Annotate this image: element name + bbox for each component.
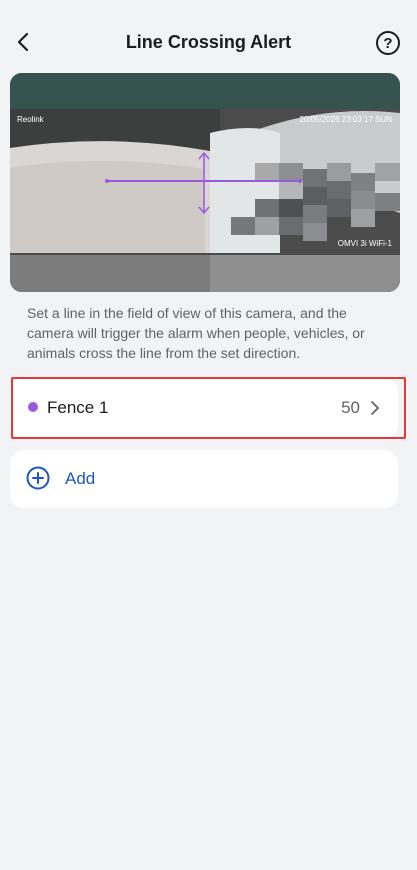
fence-sensitivity-value: 50 — [341, 398, 360, 417]
osd-timestamp: 20/05/2026 23:03:17 SUN — [299, 115, 392, 124]
chevron-right-icon — [371, 401, 379, 415]
fence-color-dot — [28, 402, 38, 412]
plus-circle-icon — [26, 466, 50, 490]
camera-preview-image: Reolink 20/05/2026 23:03:17 SUN OMVI 3i … — [10, 73, 400, 292]
osd-brand: Reolink — [17, 115, 45, 124]
camera-preview[interactable]: Reolink 20/05/2026 23:03:17 SUN OMVI 3i … — [10, 73, 400, 292]
fence-list-item[interactable]: Fence 1 50 — [10, 378, 398, 439]
add-fence-button[interactable]: Add — [10, 450, 398, 508]
add-label: Add — [65, 469, 96, 488]
help-icon[interactable]: ? — [376, 31, 400, 55]
instructions-text: Set a line in the field of view of this … — [27, 305, 365, 361]
osd-camera-name: OMVI 3i WiFi-1 — [338, 239, 393, 248]
page-title: Line Crossing Alert — [125, 32, 292, 52]
fence-name: Fence 1 — [47, 398, 109, 417]
